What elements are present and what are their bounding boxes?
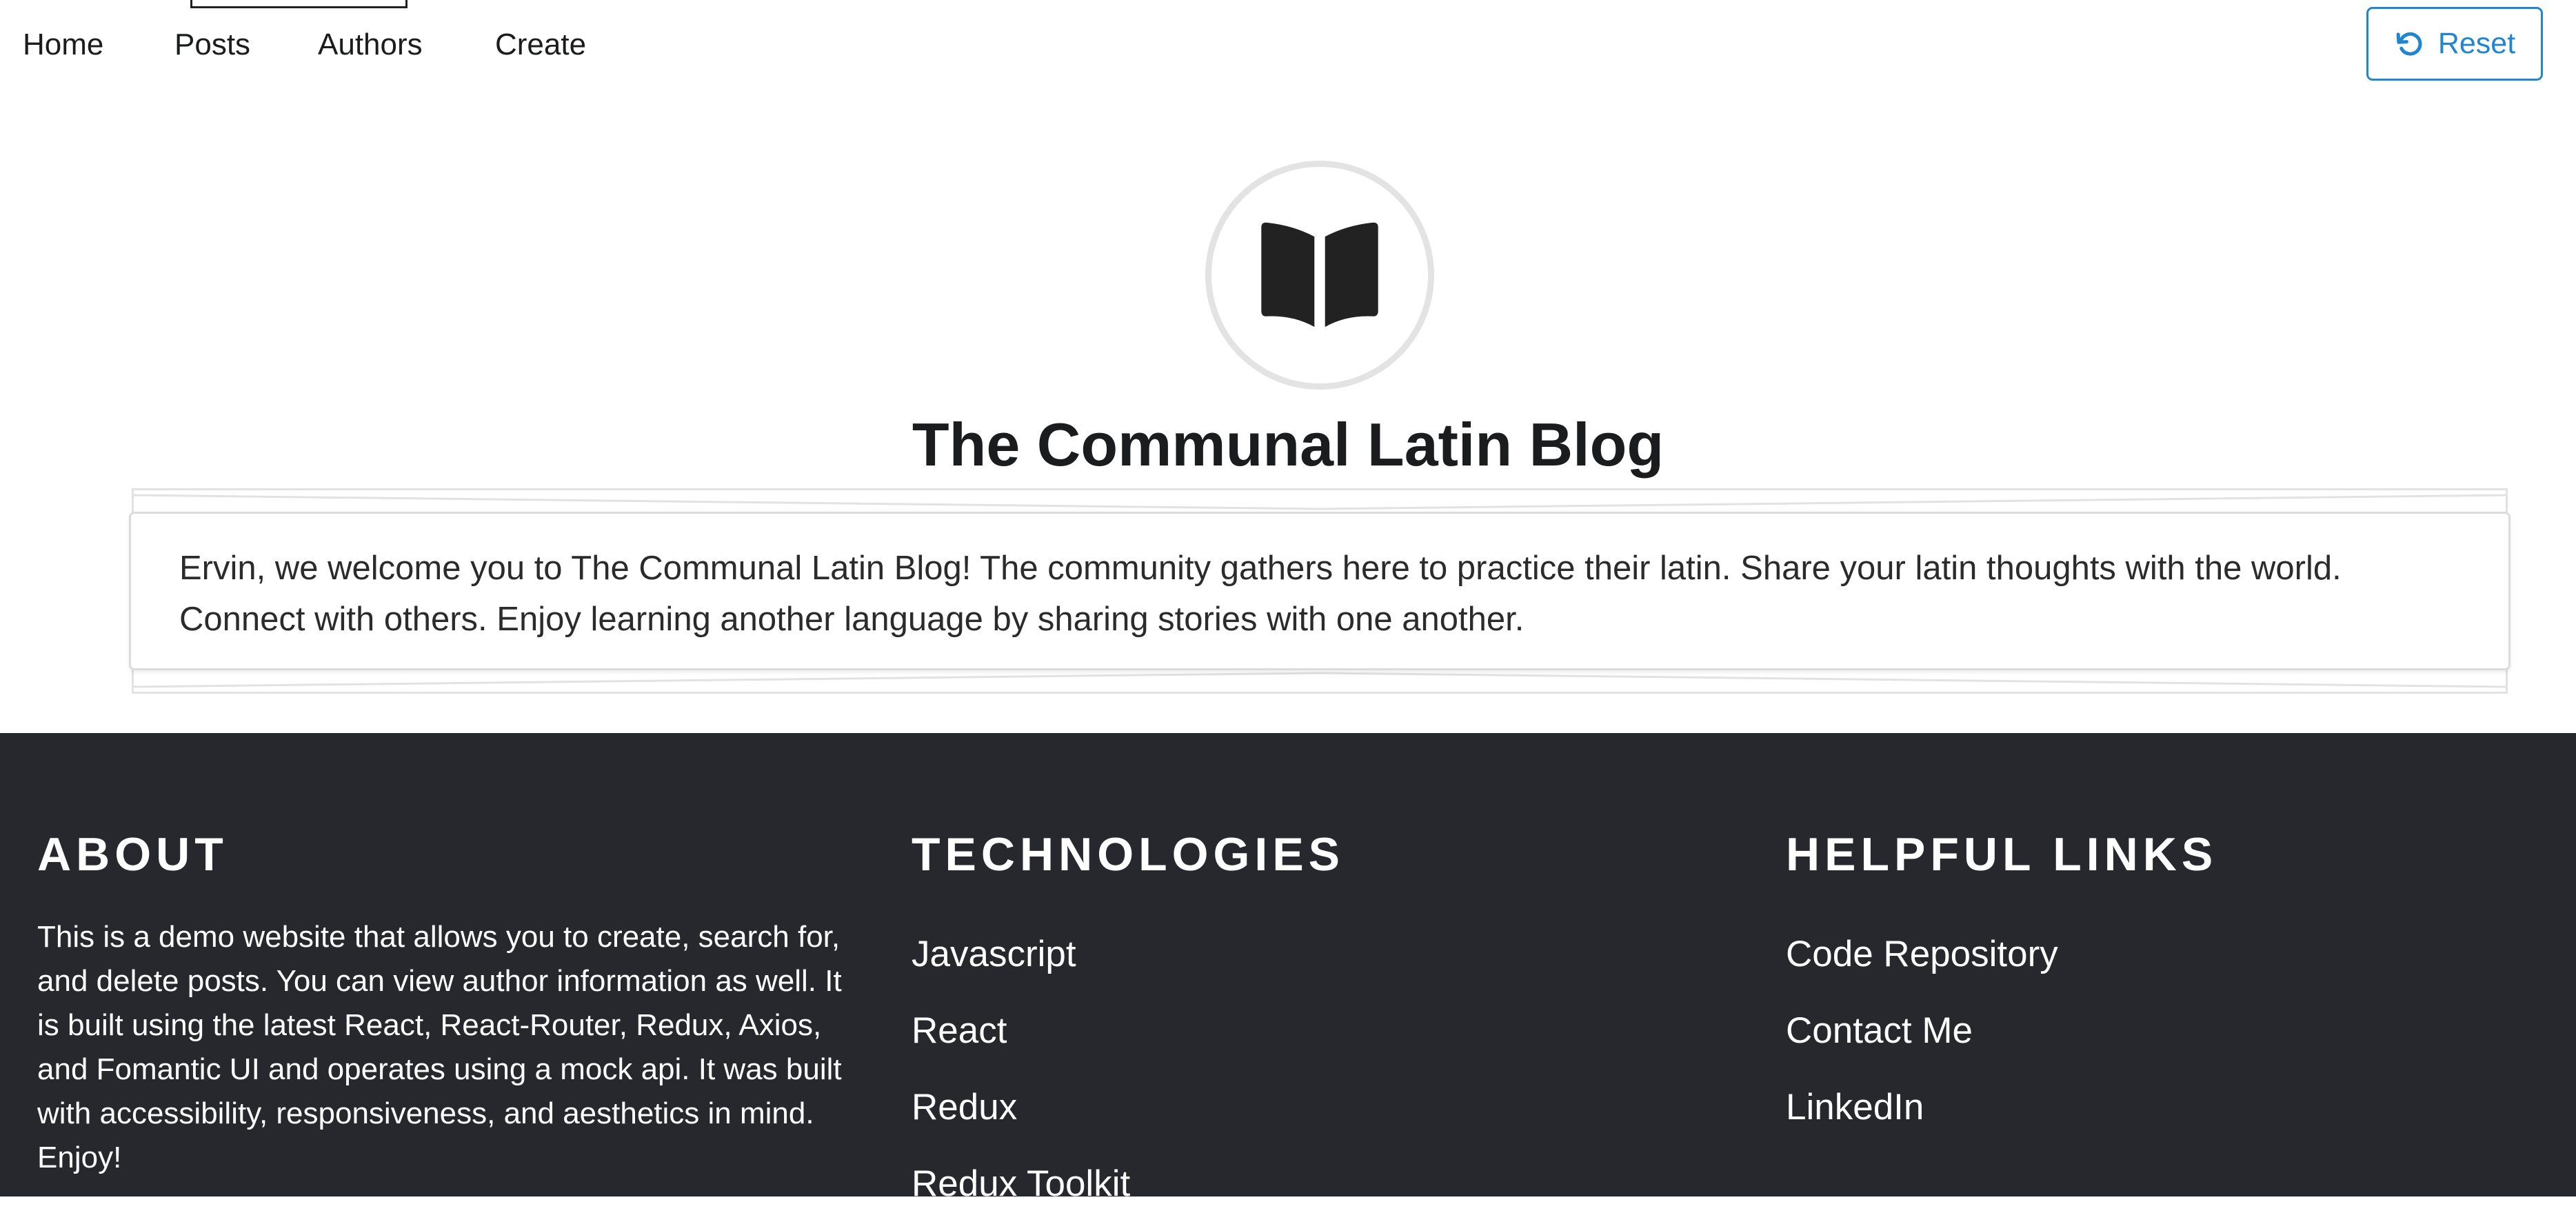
technology-link-javascript[interactable]: Javascript <box>912 916 1130 992</box>
footer-about-heading: ABOUT <box>37 828 228 881</box>
welcome-segment: Ervin, we welcome you to The Communal La… <box>129 512 2510 670</box>
technology-link-redux[interactable]: Redux <box>912 1069 1130 1145</box>
technologies-list: Javascript React Redux Redux Toolkit <box>912 916 1130 1222</box>
helpful-link-linkedin[interactable]: LinkedIn <box>1786 1069 2058 1145</box>
top-navigation: Home Posts Authors Create Reset <box>0 0 2576 93</box>
undo-icon <box>2396 32 2422 56</box>
footer-technologies-heading: TECHNOLOGIES <box>912 828 1345 881</box>
reset-button[interactable]: Reset <box>2366 7 2543 81</box>
hero-icon-circle <box>1205 161 1434 390</box>
technology-link-redux-toolkit[interactable]: Redux Toolkit <box>912 1145 1130 1222</box>
helpful-link-contact-me[interactable]: Contact Me <box>1786 992 2058 1069</box>
footer: ABOUT This is a demo website that allows… <box>0 733 2576 1204</box>
nav-item-authors[interactable]: Authors <box>318 26 423 63</box>
technology-link-react[interactable]: React <box>912 992 1130 1069</box>
helpful-link-code-repository[interactable]: Code Repository <box>1786 916 2058 992</box>
active-tab-indicator <box>190 0 407 8</box>
book-open-icon <box>1261 222 1378 328</box>
nav-item-home[interactable]: Home <box>23 26 103 63</box>
nav-item-posts[interactable]: Posts <box>174 26 250 63</box>
helpful-links-list: Code Repository Contact Me LinkedIn <box>1786 916 2058 1145</box>
footer-about-text: This is a demo website that allows you t… <box>37 920 842 1174</box>
footer-helpful-links-heading: HELPFUL LINKS <box>1786 828 2218 881</box>
nav-item-create[interactable]: Create <box>495 26 586 63</box>
page-title: The Communal Latin Blog <box>912 410 1664 479</box>
welcome-message: Ervin, we welcome you to The Communal La… <box>179 550 2342 638</box>
reset-button-label: Reset <box>2437 27 2516 60</box>
